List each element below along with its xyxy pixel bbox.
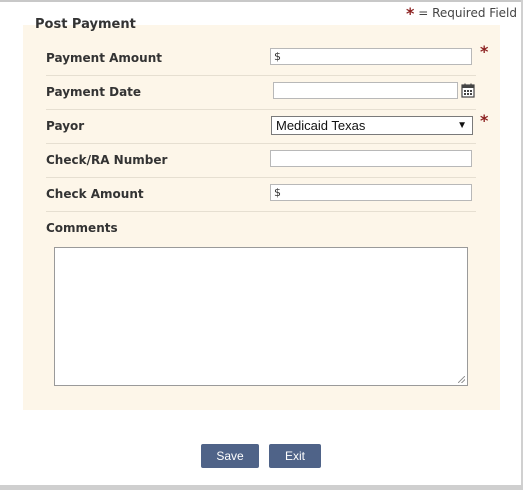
required-star: *	[406, 4, 415, 23]
exit-button[interactable]: Exit	[269, 444, 321, 468]
panel-title: Post Payment	[35, 17, 136, 32]
payment-date-input[interactable]	[273, 82, 458, 99]
dropdown-arrow-icon: ▼	[457, 120, 467, 131]
check-ra-number-label: Check/RA Number	[46, 153, 168, 167]
payment-amount-input[interactable]: $	[270, 48, 472, 65]
payor-label: Payor	[46, 119, 85, 133]
save-button[interactable]: Save	[201, 444, 259, 468]
check-ra-number-input[interactable]	[270, 150, 472, 167]
calendar-icon[interactable]	[461, 83, 475, 98]
payment-date-label: Payment Date	[46, 85, 142, 99]
top-border	[0, 0, 523, 2]
required-field-note: * = Required Field	[406, 4, 517, 23]
check-amount-label: Check Amount	[46, 187, 144, 201]
bottom-border	[0, 485, 523, 490]
required-note-text: = Required Field	[418, 6, 517, 20]
comments-textarea[interactable]	[54, 247, 468, 386]
payment-amount-label: Payment Amount	[46, 51, 162, 65]
check-amount-input[interactable]: $	[270, 184, 472, 201]
comments-row: Comments	[46, 211, 476, 245]
comments-label: Comments	[46, 221, 118, 235]
payor-required-star: *	[480, 111, 489, 130]
payor-selected-value: Medicaid Texas	[276, 118, 366, 133]
resize-grip-icon[interactable]	[458, 376, 465, 383]
payment-amount-required-star: *	[480, 42, 489, 61]
payor-select[interactable]: Medicaid Texas ▼	[271, 116, 473, 135]
